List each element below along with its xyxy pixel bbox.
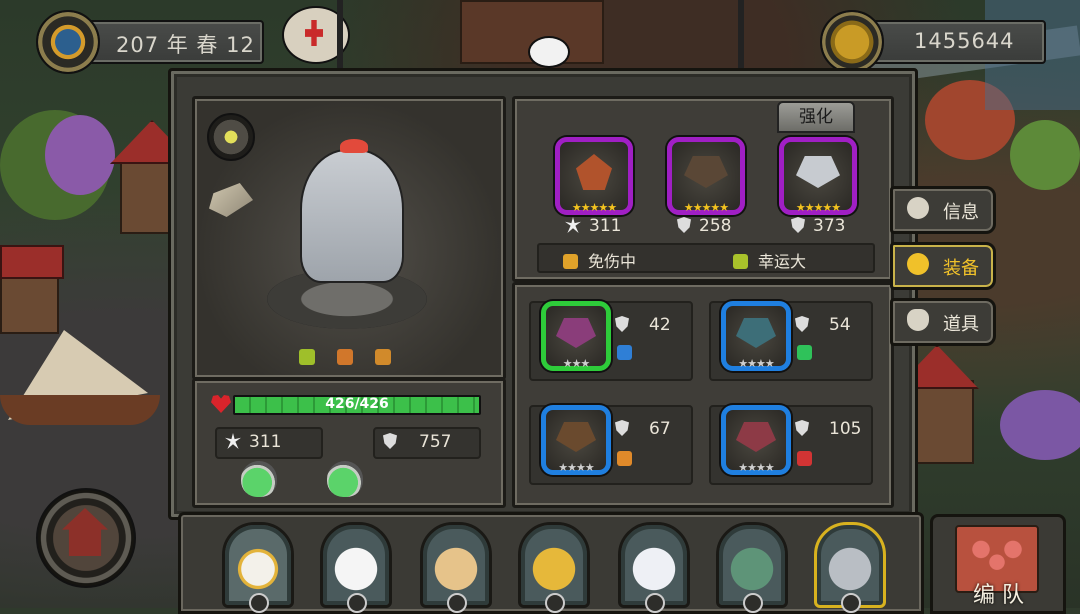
hero-stats-panel: 426/426 311 757 bbox=[192, 378, 506, 508]
luck-buff-icon[interactable] bbox=[299, 349, 315, 365]
hero-portrait-elephant-selected[interactable] bbox=[814, 522, 886, 613]
town-home-button[interactable] bbox=[36, 488, 136, 588]
star-rating: ★★★★★ bbox=[795, 201, 841, 214]
class-badge-icon bbox=[447, 593, 467, 613]
hero-display-panel bbox=[192, 96, 506, 380]
weapon-skill-icon[interactable] bbox=[207, 113, 255, 161]
gold-coin-icon bbox=[820, 10, 884, 74]
equipped-gear-panel: ★★★★★ ★★★★★ ★★★★★ 强化 311 258 373 免伤中 幸运大 bbox=[512, 96, 894, 282]
leather-armor-icon bbox=[556, 318, 596, 348]
class-badge-icon bbox=[645, 593, 665, 613]
inventory-panel: ★★★ 42 ★★★★ 54 ★★★★ 67 ★★★★ 105 bbox=[512, 282, 894, 508]
tab-info[interactable]: 信息 bbox=[890, 186, 996, 234]
shield-icon bbox=[677, 217, 691, 233]
inventory-stat-3: 67 bbox=[615, 419, 671, 439]
hero-buff-icons bbox=[299, 349, 399, 367]
shield-icon bbox=[615, 316, 629, 332]
luck-icon bbox=[733, 254, 748, 269]
star-rating: ★★★★ bbox=[738, 461, 774, 474]
tab-items[interactable]: 道具 bbox=[890, 298, 996, 346]
inventory-item-2[interactable]: ★★★★ bbox=[721, 301, 791, 371]
class-badge-icon bbox=[743, 593, 763, 613]
attack-icon bbox=[225, 433, 241, 449]
star-rating: ★★★★★ bbox=[683, 201, 729, 214]
dark-armor-icon bbox=[684, 156, 728, 188]
tab-equipment[interactable]: 装备 bbox=[890, 242, 996, 290]
info-icon bbox=[907, 197, 929, 219]
hero-portrait-crocodile[interactable] bbox=[716, 522, 788, 613]
equipped-stat-2: 258 bbox=[677, 216, 731, 236]
inventory-stat-1: 42 bbox=[615, 315, 671, 335]
star-rating: ★★★★ bbox=[558, 461, 594, 474]
hero-portrait-eagle[interactable] bbox=[222, 522, 294, 613]
shield-buff-icon[interactable] bbox=[375, 349, 391, 365]
season-compass-icon[interactable] bbox=[36, 10, 100, 74]
equipped-stat-3: 373 bbox=[791, 216, 845, 236]
inventory-item-4[interactable]: ★★★★ bbox=[721, 405, 791, 475]
set-bonus-2: 幸运大 bbox=[733, 248, 806, 272]
damage-reduction-icon bbox=[563, 254, 578, 269]
star-rating: ★★★★★ bbox=[571, 201, 617, 214]
shield-icon bbox=[791, 217, 805, 233]
spyglass-map-icon[interactable] bbox=[209, 183, 253, 217]
hero-portrait-polar-bear[interactable] bbox=[320, 522, 392, 613]
armor-rune-icon bbox=[617, 451, 632, 466]
house-icon bbox=[62, 508, 108, 556]
equipped-stat-1: 311 bbox=[565, 216, 621, 236]
equipped-slot-2[interactable]: ★★★★★ bbox=[667, 137, 745, 215]
star-rating: ★★★★ bbox=[738, 357, 774, 370]
equipped-slot-1[interactable]: ★★★★★ bbox=[555, 137, 633, 215]
bracer-icon bbox=[556, 422, 596, 452]
star-rating: ★★★ bbox=[562, 357, 591, 370]
inventory-item-3[interactable]: ★★★★ bbox=[541, 405, 611, 475]
armor-buff-icon[interactable] bbox=[337, 349, 353, 365]
hero-portrait-white-hair[interactable] bbox=[618, 522, 690, 613]
shield-icon bbox=[615, 420, 629, 436]
hp-bar: 426/426 bbox=[233, 395, 481, 415]
hero-defense-value: 757 bbox=[419, 432, 452, 452]
heart-icon bbox=[211, 395, 231, 413]
date-text: 207 年 春 12 bbox=[116, 33, 255, 57]
hero-plume-icon bbox=[340, 139, 368, 153]
shield-icon bbox=[795, 316, 809, 332]
attack-icon bbox=[565, 217, 581, 233]
class-badge-icon bbox=[347, 593, 367, 613]
shield-icon bbox=[795, 420, 809, 436]
gauntlet-icon bbox=[736, 422, 776, 452]
hero-portrait-giraffe[interactable] bbox=[420, 522, 492, 613]
set-bonus-1: 免伤中 bbox=[563, 248, 636, 272]
inventory-item-1[interactable]: ★★★ bbox=[541, 301, 611, 371]
hero-defense-pill: 757 bbox=[373, 427, 481, 459]
hero-attack-value: 311 bbox=[249, 432, 282, 452]
gold-amount: 1455644 bbox=[914, 29, 1015, 53]
defense-icon bbox=[383, 433, 397, 449]
equipped-slot-3[interactable]: ★★★★★ bbox=[779, 137, 857, 215]
class-badge-icon bbox=[545, 593, 565, 613]
health-potion-icon[interactable] bbox=[241, 461, 277, 497]
class-badge-icon bbox=[249, 593, 269, 613]
hero-portrait-leopard[interactable] bbox=[518, 522, 590, 613]
elephant-hero-figure bbox=[300, 149, 404, 283]
inventory-stat-2: 54 bbox=[795, 315, 851, 335]
inventory-stat-4: 105 bbox=[795, 419, 861, 439]
silver-armor-icon bbox=[796, 156, 840, 188]
team-formation-button[interactable]: 编 队 bbox=[930, 514, 1066, 614]
team-formation-label: 编 队 bbox=[973, 583, 1024, 608]
hp-text: 426/426 bbox=[325, 396, 389, 412]
hero-attack-pill: 311 bbox=[215, 427, 323, 459]
enhance-button[interactable]: 强化 bbox=[777, 101, 855, 133]
boots-icon bbox=[736, 318, 776, 348]
red-armor-icon bbox=[576, 154, 612, 190]
potion-bag-icon bbox=[907, 309, 929, 331]
class-badge-icon bbox=[841, 593, 861, 613]
heal-rune-icon bbox=[797, 345, 812, 360]
enhance-label: 强化 bbox=[799, 107, 833, 127]
helmet-icon bbox=[907, 253, 929, 275]
set-bonus-bar: 免伤中 幸运大 bbox=[537, 243, 875, 273]
sword-rune-icon bbox=[617, 345, 632, 360]
health-potion-icon-2[interactable] bbox=[327, 461, 363, 497]
fire-rune-icon bbox=[797, 451, 812, 466]
